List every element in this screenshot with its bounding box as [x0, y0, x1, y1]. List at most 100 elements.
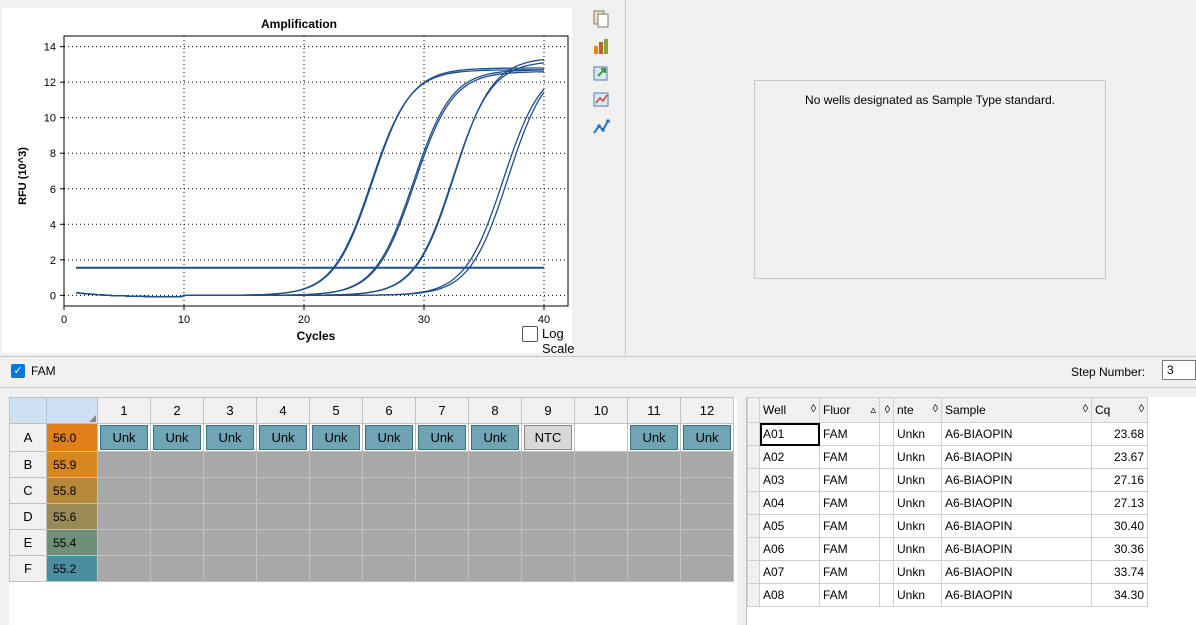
plate-well-empty[interactable]: [574, 529, 628, 556]
plate-well-empty[interactable]: [97, 555, 151, 582]
plate-well-empty[interactable]: [574, 451, 628, 478]
plate-well[interactable]: Unk: [309, 423, 363, 452]
results-cell[interactable]: FAM: [819, 491, 880, 515]
results-cell[interactable]: A03: [759, 468, 820, 492]
plate-well-empty[interactable]: [256, 477, 310, 504]
plate-well[interactable]: Unk: [415, 423, 469, 452]
plate-well-empty[interactable]: [309, 555, 363, 582]
plate-well-empty[interactable]: [203, 477, 257, 504]
plate-well-empty[interactable]: [415, 529, 469, 556]
sort-icon[interactable]: ◊: [1139, 403, 1144, 415]
results-corner[interactable]: [747, 397, 760, 423]
results-cell[interactable]: Unkn: [893, 422, 942, 446]
zoom-icon[interactable]: [590, 89, 612, 111]
results-cell[interactable]: 34.30: [1091, 583, 1148, 607]
plate-row-header[interactable]: A: [9, 423, 47, 452]
results-cell[interactable]: A6-BIAOPIN: [941, 422, 1092, 446]
plate-well[interactable]: Unk: [256, 423, 310, 452]
results-cell[interactable]: A6-BIAOPIN: [941, 514, 1092, 538]
results-cell[interactable]: [879, 445, 894, 469]
plate-well-empty[interactable]: [150, 529, 204, 556]
plate-well-empty[interactable]: [415, 555, 469, 582]
results-column-header[interactable]: Fluor ▵: [819, 397, 880, 423]
plate-well-empty[interactable]: [521, 555, 575, 582]
results-cell[interactable]: [879, 560, 894, 584]
plate-row-header[interactable]: D: [9, 503, 47, 530]
results-cell[interactable]: Unkn: [893, 514, 942, 538]
plate-well[interactable]: Unk: [627, 423, 681, 452]
plate-well-empty[interactable]: [97, 503, 151, 530]
plate-well[interactable]: Unk: [203, 423, 257, 452]
results-cell[interactable]: FAM: [819, 583, 880, 607]
results-cell[interactable]: A01: [759, 422, 820, 446]
plate-well-empty[interactable]: [415, 477, 469, 504]
plate-well-empty[interactable]: [468, 555, 522, 582]
results-column-header[interactable]: nte ◊: [893, 397, 942, 423]
log-scale-checkbox[interactable]: [522, 326, 538, 342]
results-cell[interactable]: Unkn: [893, 445, 942, 469]
plate-well-empty[interactable]: [468, 477, 522, 504]
results-cell[interactable]: [879, 514, 894, 538]
sort-icon[interactable]: ◊: [885, 404, 890, 416]
plate-well-empty[interactable]: [362, 451, 416, 478]
results-cell[interactable]: FAM: [819, 514, 880, 538]
plate-well-empty[interactable]: [627, 529, 681, 556]
plate-well-empty[interactable]: [680, 503, 734, 530]
plate-corner[interactable]: [9, 397, 47, 424]
results-cell[interactable]: 30.36: [1091, 537, 1148, 561]
plate-well-empty[interactable]: [150, 477, 204, 504]
results-row-selector[interactable]: [747, 468, 760, 492]
results-column-header[interactable]: Well ◊: [759, 397, 820, 423]
results-cell[interactable]: Unkn: [893, 491, 942, 515]
plate-well-empty[interactable]: [680, 451, 734, 478]
plate-well-empty[interactable]: [309, 477, 363, 504]
results-cell[interactable]: [879, 422, 894, 446]
plate-well-empty[interactable]: [627, 503, 681, 530]
plate-well-empty[interactable]: [97, 529, 151, 556]
chart-settings-icon[interactable]: [590, 35, 612, 57]
results-cell[interactable]: A6-BIAOPIN: [941, 537, 1092, 561]
plate-well[interactable]: Unk: [150, 423, 204, 452]
results-cell[interactable]: A08: [759, 583, 820, 607]
plate-row-header[interactable]: B: [9, 451, 47, 478]
plate-well-empty[interactable]: [256, 451, 310, 478]
plate-well-empty[interactable]: [256, 555, 310, 582]
results-cell[interactable]: [879, 491, 894, 515]
results-column-header[interactable]: Cq ◊: [1091, 397, 1148, 423]
results-cell[interactable]: A6-BIAOPIN: [941, 560, 1092, 584]
plate-well-empty[interactable]: [309, 503, 363, 530]
plate-well-empty[interactable]: [150, 503, 204, 530]
plate-well-empty[interactable]: [574, 555, 628, 582]
plate-well-empty[interactable]: [680, 555, 734, 582]
plate-well-empty[interactable]: [203, 503, 257, 530]
plate-column-header[interactable]: 5: [309, 397, 363, 424]
results-cell[interactable]: Unkn: [893, 468, 942, 492]
plate-column-header[interactable]: 11: [627, 397, 681, 424]
plate-well[interactable]: Unk: [362, 423, 416, 452]
plate-well-empty[interactable]: [150, 555, 204, 582]
plate-well-empty[interactable]: [362, 529, 416, 556]
results-row-selector[interactable]: [747, 514, 760, 538]
plate-column-header[interactable]: 7: [415, 397, 469, 424]
plate-well-empty[interactable]: [256, 503, 310, 530]
results-cell[interactable]: [879, 537, 894, 561]
plate-well-empty[interactable]: [574, 503, 628, 530]
plate-well-empty[interactable]: [415, 503, 469, 530]
plate-well-empty[interactable]: [362, 555, 416, 582]
plate-column-header[interactable]: 3: [203, 397, 257, 424]
plate-well-empty[interactable]: [415, 451, 469, 478]
plate-row-header[interactable]: E: [9, 529, 47, 556]
plate-well-empty[interactable]: [362, 503, 416, 530]
plate-column-header[interactable]: 9: [521, 397, 575, 424]
plate-well-empty[interactable]: [468, 503, 522, 530]
plate-well-empty[interactable]: [256, 529, 310, 556]
sort-icon[interactable]: ◊: [933, 403, 938, 415]
plate-well-empty[interactable]: [627, 555, 681, 582]
results-cell[interactable]: 27.16: [1091, 468, 1148, 492]
plate-well-empty[interactable]: [97, 477, 151, 504]
results-cell[interactable]: A6-BIAOPIN: [941, 491, 1092, 515]
sort-icon[interactable]: ◊: [811, 403, 816, 415]
plate-well-empty[interactable]: [521, 503, 575, 530]
sort-icon[interactable]: ▵: [870, 403, 876, 416]
plate-column-header[interactable]: 4: [256, 397, 310, 424]
